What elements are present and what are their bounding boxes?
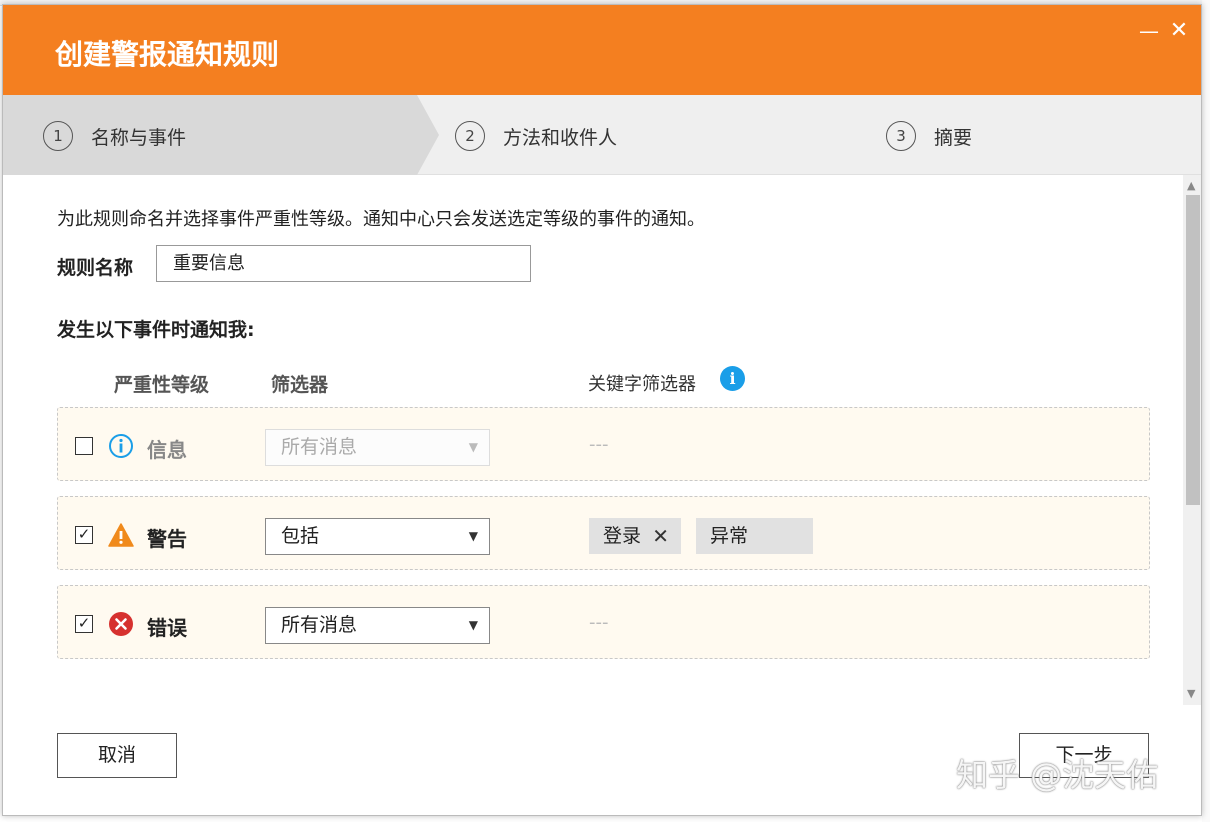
content-scrollbar[interactable]: ▲ ▼ xyxy=(1183,175,1201,705)
severity-label: 信息 xyxy=(147,438,187,462)
rule-name-input[interactable]: 重要信息 xyxy=(156,245,531,282)
filter-value: 所有消息 xyxy=(281,436,358,458)
dialog-content: 为此规则命名并选择事件严重性等级。通知中心只会发送选定等级的事件的通知。 规则名… xyxy=(3,175,1183,705)
remove-tag-icon[interactable]: ✕ xyxy=(652,518,669,554)
filter-column-header: 筛选器 xyxy=(271,374,329,396)
filter-value: 包括 xyxy=(281,525,320,547)
scroll-down-icon[interactable]: ▼ xyxy=(1187,687,1195,700)
warning-checkbox[interactable]: ✓ xyxy=(75,526,93,544)
step-label: 名称与事件 xyxy=(91,126,187,149)
severity-column-header: 严重性等级 xyxy=(114,374,210,396)
dialog-title: 创建警报通知规则 xyxy=(55,38,280,71)
filter-select[interactable]: 包括 ▼ xyxy=(265,518,490,555)
error-icon xyxy=(109,612,133,636)
dialog-titlebar: 创建警报通知规则 — ✕ xyxy=(3,5,1201,95)
severity-label: 错误 xyxy=(147,616,187,640)
filter-value: 所有消息 xyxy=(281,614,358,636)
keyword-tag: 登录 ✕ xyxy=(589,518,681,554)
error-checkbox[interactable]: ✓ xyxy=(75,615,93,633)
filter-select: 所有消息 ▼ xyxy=(265,429,490,466)
notify-me-label: 发生以下事件时通知我: xyxy=(57,319,255,341)
severity-row-info: 信息 所有消息 ▼ --- xyxy=(57,407,1150,481)
step-number: 2 xyxy=(455,121,485,151)
step-label: 方法和收件人 xyxy=(503,126,618,149)
step-number: 1 xyxy=(43,121,73,151)
scroll-up-icon[interactable]: ▲ xyxy=(1187,179,1195,192)
chevron-down-icon: ▼ xyxy=(468,529,478,543)
keyword-filter-column-header: 关键字筛选器 xyxy=(588,374,696,395)
rule-name-label: 规则名称 xyxy=(57,257,134,279)
chevron-down-icon: ▼ xyxy=(468,440,478,454)
keyword-tag-label: 登录 xyxy=(603,525,642,547)
info-icon xyxy=(109,434,133,458)
step-summary[interactable]: 3 摘要 xyxy=(886,120,972,152)
minimize-icon[interactable]: — xyxy=(1139,21,1159,41)
warning-icon xyxy=(108,523,134,547)
alert-rule-dialog: 创建警报通知规则 — ✕ 1 名称与事件 2 方法和收件人 3 摘要 为此规则命… xyxy=(2,4,1202,816)
info-tooltip-icon[interactable]: i xyxy=(720,366,745,391)
watermark: 知乎 @沈天佑 xyxy=(956,756,1159,794)
step-number: 3 xyxy=(886,121,916,151)
background-window-edge xyxy=(1202,0,1210,822)
rule-description: 为此规则命名并选择事件严重性等级。通知中心只会发送选定等级的事件的通知。 xyxy=(57,209,705,230)
wizard-steps: 1 名称与事件 2 方法和收件人 3 摘要 xyxy=(3,95,1201,175)
keyword-placeholder: --- xyxy=(589,434,609,455)
filter-select[interactable]: 所有消息 ▼ xyxy=(265,607,490,644)
close-icon[interactable]: ✕ xyxy=(1169,20,1189,42)
severity-row-error: ✓ 错误 所有消息 ▼ --- xyxy=(57,585,1150,659)
keyword-placeholder: --- xyxy=(589,612,609,633)
info-checkbox[interactable] xyxy=(75,437,93,455)
step-label: 摘要 xyxy=(934,126,973,149)
cancel-button[interactable]: 取消 xyxy=(57,733,177,778)
scrollbar-thumb[interactable] xyxy=(1186,195,1200,505)
chevron-down-icon: ▼ xyxy=(468,618,478,632)
keyword-input-value: 异常 xyxy=(710,525,749,547)
severity-row-warning: ✓ 警告 包括 ▼ 登录 ✕ 异常 xyxy=(57,496,1150,570)
step-name-and-events[interactable]: 1 名称与事件 xyxy=(43,120,186,152)
keyword-input[interactable]: 异常 xyxy=(696,518,813,554)
severity-label: 警告 xyxy=(147,527,187,551)
step-method-and-recipients[interactable]: 2 方法和收件人 xyxy=(455,120,617,152)
